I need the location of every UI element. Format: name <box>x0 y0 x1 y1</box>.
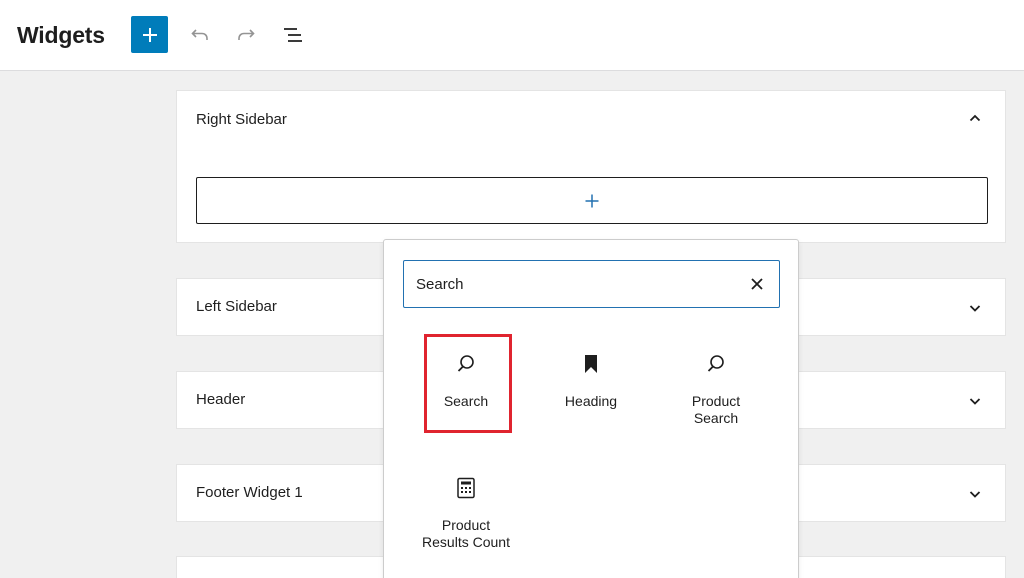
add-block-button[interactable] <box>131 16 168 53</box>
highlight-box <box>424 334 512 433</box>
expand-toggle[interactable] <box>967 393 983 409</box>
editor-header: Widgets <box>0 0 1024 71</box>
bookmark-icon <box>585 355 597 373</box>
block-item-heading[interactable]: Heading <box>536 352 646 410</box>
block-item-label: Product Results Count <box>422 517 510 550</box>
close-icon <box>751 278 763 290</box>
clear-search-button[interactable] <box>747 274 767 294</box>
page-title: Widgets <box>17 22 105 48</box>
plus-icon <box>142 27 157 42</box>
plus-icon <box>585 194 599 207</box>
widget-area-title[interactable]: Footer Widget 1 <box>196 484 303 502</box>
block-appender-button[interactable] <box>196 177 988 224</box>
chevron-up-icon <box>969 114 981 122</box>
chevron-down-icon <box>969 491 981 498</box>
widget-area-title[interactable]: Left Sidebar <box>196 298 277 316</box>
block-item-product-results-count[interactable]: Product Results Count <box>411 476 521 551</box>
list-view-button[interactable] <box>274 16 311 53</box>
list-view-icon <box>283 27 302 42</box>
undo-button[interactable] <box>181 16 218 53</box>
expand-toggle[interactable] <box>967 300 983 316</box>
widget-area-title[interactable]: Header <box>196 391 245 409</box>
block-item-label: Product Search <box>691 393 741 426</box>
calculator-icon <box>457 477 475 499</box>
chevron-down-icon <box>969 398 981 405</box>
expand-toggle[interactable] <box>967 486 983 502</box>
block-item-label: Heading <box>564 393 618 409</box>
chevron-down-icon <box>969 305 981 312</box>
widget-area-right-sidebar: Right Sidebar <box>176 90 1006 243</box>
undo-icon <box>190 28 208 40</box>
block-search-box <box>403 260 780 308</box>
collapse-toggle[interactable] <box>967 110 983 126</box>
redo-icon <box>237 28 255 40</box>
block-item-product-search[interactable]: Product Search <box>661 352 771 427</box>
widget-area-title[interactable]: Right Sidebar <box>196 111 287 129</box>
redo-button[interactable] <box>227 16 264 53</box>
block-inserter-popover: Search Heading Product Search <box>383 239 799 578</box>
search-icon <box>707 355 724 372</box>
block-search-input[interactable] <box>416 272 736 296</box>
